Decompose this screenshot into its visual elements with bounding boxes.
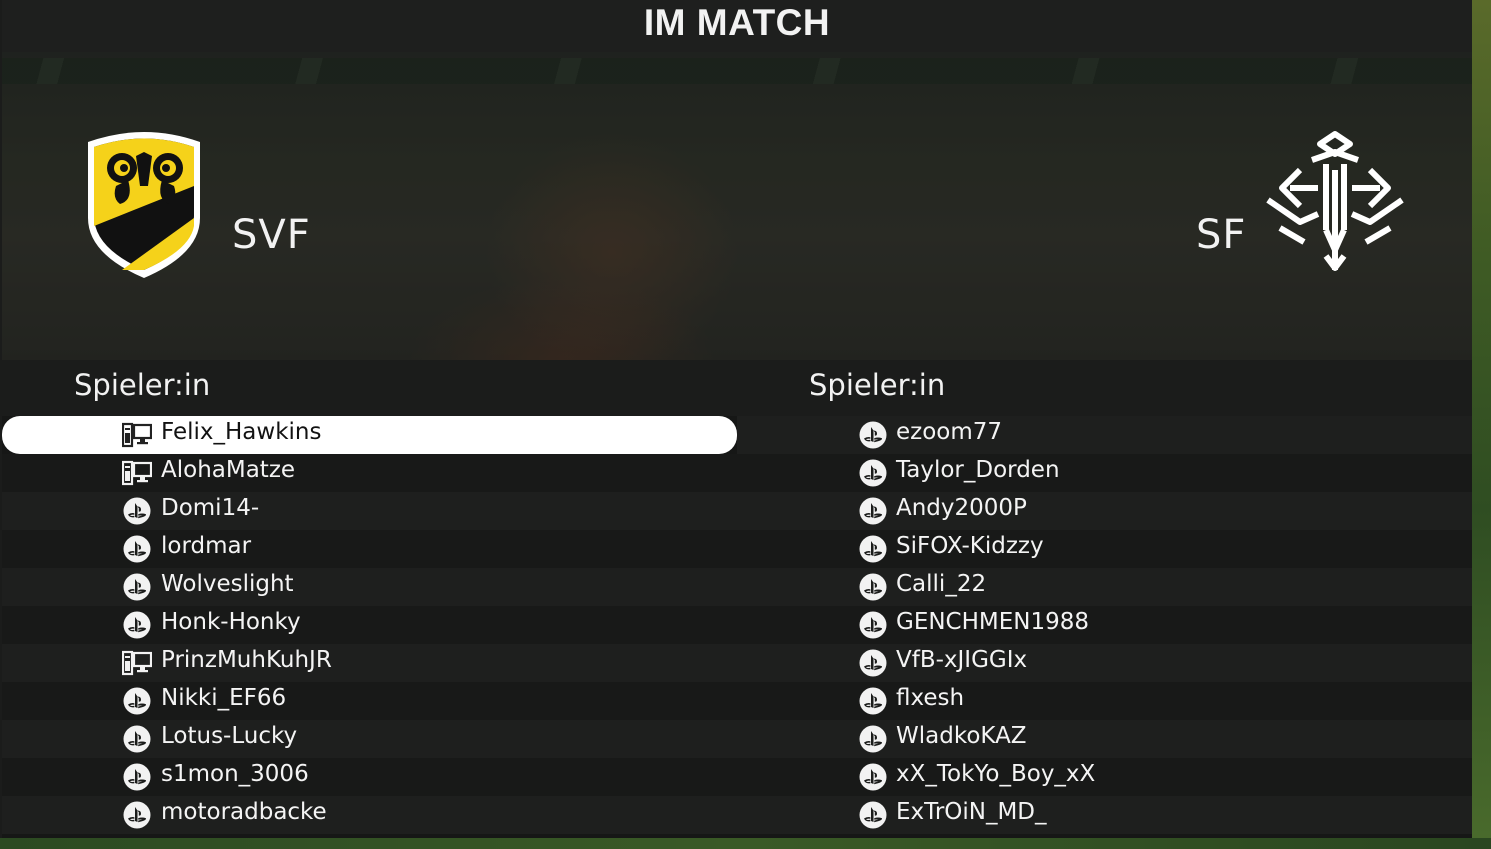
player-row[interactable]: xX_TokYo_Boy_xX — [737, 758, 1472, 796]
playstation-icon — [858, 725, 888, 753]
player-name: PrinzMuhKuhJR — [161, 647, 332, 673]
svf-crest-icon — [88, 132, 200, 278]
playstation-icon — [122, 611, 152, 639]
player-row[interactable]: motoradbacke — [2, 796, 737, 834]
playstation-icon — [122, 573, 152, 601]
player-row[interactable]: Lotus-Lucky — [2, 720, 737, 758]
list-header-row: Spieler:in Spieler:in — [2, 360, 1472, 416]
playstation-icon — [858, 687, 888, 715]
playstation-icon — [858, 611, 888, 639]
playstation-icon — [858, 497, 888, 525]
playstation-icon — [858, 801, 888, 829]
player-name: Andy2000P — [896, 495, 1027, 521]
player-row[interactable]: GENCHMEN1988 — [737, 606, 1472, 644]
player-name: AlohaMatze — [161, 457, 296, 483]
player-name: motoradbacke — [161, 799, 327, 825]
away-player-list: ezoom77 Taylor_Dorden Andy2000P SiFOX-Kidzz… — [737, 416, 1472, 834]
stadium-background: SVF SF — [2, 52, 1472, 360]
player-name: WladkoKAZ — [896, 723, 1027, 749]
player-row[interactable]: ExTrOiN_MD_ — [737, 796, 1472, 834]
player-row[interactable]: Nikki_EF66 — [2, 682, 737, 720]
player-row[interactable]: Felix_Hawkins — [2, 416, 737, 454]
player-name: GENCHMEN1988 — [896, 609, 1090, 635]
pitch-background-edge — [1472, 0, 1491, 849]
sf-crest-icon — [1266, 131, 1404, 271]
player-name: xX_TokYo_Boy_xX — [896, 761, 1096, 787]
pc-platform-icon — [121, 649, 153, 677]
player-row[interactable]: Taylor_Dorden — [737, 454, 1472, 492]
player-row[interactable]: PrinzMuhKuhJR — [2, 644, 737, 682]
player-row[interactable]: s1mon_3006 — [2, 758, 737, 796]
player-name: SiFOX-Kidzzy — [896, 533, 1044, 559]
player-row[interactable]: Honk-Honky — [2, 606, 737, 644]
playstation-icon — [122, 763, 152, 791]
away-team-name: SF — [1196, 212, 1247, 258]
player-row[interactable]: Calli_22 — [737, 568, 1472, 606]
player-name: Nikki_EF66 — [161, 685, 287, 711]
away-list-header: Spieler:in — [809, 368, 946, 402]
player-name: ExTrOiN_MD_ — [896, 799, 1047, 825]
player-name: flxesh — [896, 685, 965, 711]
player-row[interactable]: flxesh — [737, 682, 1472, 720]
playstation-icon — [122, 725, 152, 753]
player-row[interactable]: VfB-xJIGGIx — [737, 644, 1472, 682]
player-name: Domi14- — [161, 495, 260, 521]
playstation-icon — [858, 459, 888, 487]
player-row[interactable]: lordmar — [2, 530, 737, 568]
player-name: s1mon_3006 — [161, 761, 309, 787]
player-row[interactable]: Andy2000P — [737, 492, 1472, 530]
playstation-icon — [122, 497, 152, 525]
playstation-icon — [858, 535, 888, 563]
player-row[interactable]: Domi14- — [2, 492, 737, 530]
player-name: lordmar — [161, 533, 252, 559]
pc-platform-icon — [121, 421, 153, 449]
playstation-icon — [122, 801, 152, 829]
player-row[interactable]: AlohaMatze — [2, 454, 737, 492]
player-name: Wolveslight — [161, 571, 294, 597]
playstation-icon — [858, 573, 888, 601]
playstation-icon — [858, 421, 888, 449]
home-list-header: Spieler:in — [74, 368, 211, 402]
player-name: Lotus-Lucky — [161, 723, 298, 749]
playstation-icon — [122, 535, 152, 563]
home-team-name: SVF — [232, 212, 311, 258]
player-row[interactable]: Wolveslight — [2, 568, 737, 606]
player-row[interactable]: ezoom77 — [737, 416, 1472, 454]
player-name: Honk-Honky — [161, 609, 301, 635]
player-name: Calli_22 — [896, 571, 987, 597]
home-player-list: Felix_Hawkins AlohaMatze Domi14- lordmar Wol… — [2, 416, 737, 834]
player-name: ezoom77 — [896, 419, 1003, 445]
match-lobby-panel: SVF SF IM MATCH Spieler:in Spieler:in Fe… — [2, 0, 1472, 838]
player-row[interactable]: WladkoKAZ — [737, 720, 1472, 758]
page-title: IM MATCH — [643, 2, 831, 43]
player-name: VfB-xJIGGIx — [896, 647, 1028, 673]
playstation-icon — [858, 649, 888, 677]
pc-platform-icon — [121, 459, 153, 487]
pitch-background-bottom — [0, 838, 1491, 849]
player-name: Felix_Hawkins — [161, 419, 322, 445]
player-name: Taylor_Dorden — [896, 457, 1060, 483]
playstation-icon — [122, 687, 152, 715]
player-row[interactable]: SiFOX-Kidzzy — [737, 530, 1472, 568]
playstation-icon — [858, 763, 888, 791]
title-bar: IM MATCH — [2, 0, 1472, 52]
